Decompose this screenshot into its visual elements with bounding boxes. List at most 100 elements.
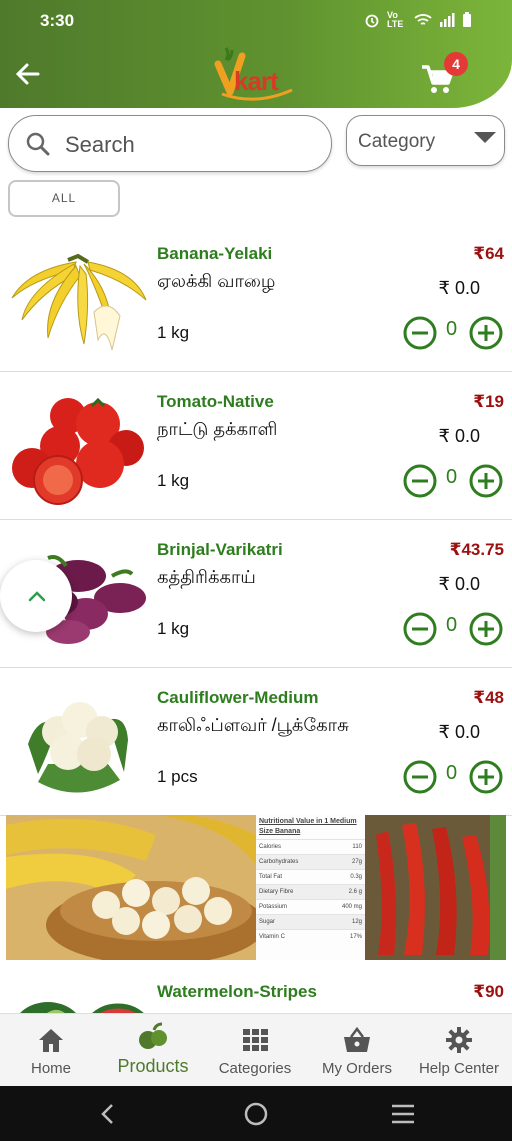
bottom-navigation: Home Products Categories My Orders Help … (0, 1013, 512, 1086)
increase-quantity-icon[interactable] (469, 612, 503, 646)
status-time: 3:30 (40, 11, 75, 30)
decrease-quantity-icon[interactable] (403, 316, 437, 350)
nutrient-name: Dietary Fibre (259, 889, 294, 895)
search-placeholder: Search (65, 132, 135, 157)
product-name: Cauliflower-Medium (157, 688, 319, 707)
nutrient-name: Total Fat (259, 874, 283, 880)
status-bar: 3:30 Vo LTE (0, 0, 512, 42)
system-home-icon[interactable] (243, 1101, 269, 1127)
increase-quantity-icon[interactable] (469, 760, 503, 794)
tomato-image (12, 397, 144, 505)
product-price: ₹90 (473, 982, 504, 1001)
product-name: Tomato-Native (157, 392, 274, 411)
nav-products[interactable]: Products (102, 1014, 204, 1087)
nutrition-row: Dietary Fibre 2.6 g (256, 884, 365, 899)
nutrient-value: 12g (351, 919, 362, 925)
signal-icon (440, 13, 455, 27)
status-icons: Vo LTE (364, 11, 472, 29)
chevron-down-icon (474, 132, 496, 143)
nutrient-name: Carbohydrates (259, 859, 299, 865)
product-price: ₹64 (473, 244, 504, 263)
gear-icon (446, 1027, 472, 1053)
nutrient-name: Vitamin C (259, 934, 285, 940)
increase-quantity-icon[interactable] (469, 316, 503, 350)
product-card[interactable]: Brinjal-Varikatri கத்திரிக்காய் 1 kg ₹43… (0, 522, 512, 668)
category-dropdown[interactable]: Category (346, 115, 505, 166)
product-tamil-name: ஏலக்கி வாழை (157, 271, 276, 291)
product-name: Banana-Yelaki (157, 244, 273, 263)
product-name: Brinjal-Varikatri (157, 540, 283, 559)
banana-image (11, 253, 147, 351)
product-card[interactable]: Cauliflower-Medium காலிஃப்ளவர் /பூக்கோசு… (0, 670, 512, 816)
nutrition-row: Sugar 12g (256, 914, 365, 929)
product-quantity: 0 (446, 614, 458, 636)
nav-categories[interactable]: Categories (204, 1014, 306, 1087)
system-menu-icon[interactable] (390, 1103, 416, 1125)
nutrition-row: Potassium 400 mg (256, 899, 365, 914)
cart-count-badge: 4 (444, 52, 468, 76)
product-unit: 1 kg (157, 323, 190, 342)
nutrition-table: Nutritional Value in 1 Medium Size Banan… (256, 815, 365, 960)
wifi-icon (414, 14, 432, 25)
grid-icon (243, 1029, 268, 1051)
cauliflower-image (28, 702, 128, 793)
system-back-icon[interactable] (98, 1102, 118, 1126)
product-total: ₹ 0.0 (438, 722, 480, 742)
decrease-quantity-icon[interactable] (403, 464, 437, 498)
nutrient-name: Sugar (259, 919, 276, 925)
nutrient-name: Potassium (259, 904, 288, 910)
nutrition-row: Calories 110 (256, 839, 365, 854)
logo-text: kart (234, 66, 279, 96)
product-card[interactable]: Banana-Yelaki ஏலக்கி வாழை 1 kg ₹64 ₹ 0.0… (0, 226, 512, 372)
product-price: ₹43.75 (449, 540, 504, 559)
nutrient-value: 17% (349, 934, 362, 940)
product-unit: 1 kg (157, 471, 190, 490)
nutrient-name: Calories (259, 844, 282, 850)
product-total: ₹ 0.0 (438, 278, 480, 298)
nav-label: My Orders (321, 1060, 392, 1077)
product-tamil-name: நாட்டு தக்காளி (157, 419, 278, 439)
home-icon (39, 1029, 63, 1052)
search-input[interactable]: Search (8, 115, 332, 172)
product-unit: 1 kg (157, 619, 190, 638)
nav-label: Help Center (418, 1060, 500, 1077)
network-label: Vo LTE (387, 10, 404, 29)
search-icon (26, 132, 50, 156)
decrease-quantity-icon[interactable] (403, 612, 437, 646)
watermelon-image (19, 1002, 145, 1014)
filter-all-button[interactable]: ALL (8, 180, 120, 217)
product-total: ₹ 0.0 (438, 426, 480, 446)
nutrient-value: 27g (351, 859, 362, 865)
chevron-up-icon (28, 591, 46, 602)
nutrition-row: Vitamin C 17% (256, 929, 365, 944)
nutrient-value: 2.6 g (348, 889, 362, 895)
nav-label: Categories (218, 1060, 292, 1077)
product-price: ₹48 (473, 688, 504, 707)
nutrition-row: Carbohydrates 27g (256, 854, 365, 869)
product-tamil-name: காலிஃப்ளவர் /பூக்கோசு (157, 715, 349, 735)
product-quantity: 0 (446, 466, 458, 488)
nutrition-row: Total Fat 0.3g (256, 869, 365, 884)
nav-home[interactable]: Home (0, 1014, 102, 1087)
nav-label: Products (117, 1056, 189, 1076)
nav-label: Home (30, 1060, 71, 1077)
nav-my-orders[interactable]: My Orders (306, 1014, 408, 1087)
system-navigation-bar (0, 1086, 512, 1141)
nutrient-value: 0.3g (350, 874, 362, 880)
product-price: ₹19 (473, 392, 504, 411)
battery-icon (463, 12, 471, 27)
nutrient-value: 110 (352, 844, 362, 850)
product-quantity: 0 (446, 762, 458, 784)
product-card[interactable]: Tomato-Native நாட்டு தக்காளி 1 kg ₹19 ₹ … (0, 374, 512, 520)
decrease-quantity-icon[interactable] (403, 760, 437, 794)
product-card[interactable]: Watermelon-Stripes ₹90 (0, 962, 512, 1014)
nav-help-center[interactable]: Help Center (408, 1014, 510, 1087)
scroll-to-top-button[interactable] (0, 560, 72, 632)
nutrition-title: Nutritional Value in 1 Medium Size Banan… (259, 818, 357, 835)
increase-quantity-icon[interactable] (469, 464, 503, 498)
app-header: 3:30 Vo LTE kart 4 (0, 0, 512, 108)
back-arrow-icon[interactable] (12, 58, 44, 90)
alarm-icon (365, 14, 379, 28)
product-tamil-name: கத்திரிக்காய் (157, 567, 256, 587)
product-quantity: 0 (446, 318, 458, 340)
